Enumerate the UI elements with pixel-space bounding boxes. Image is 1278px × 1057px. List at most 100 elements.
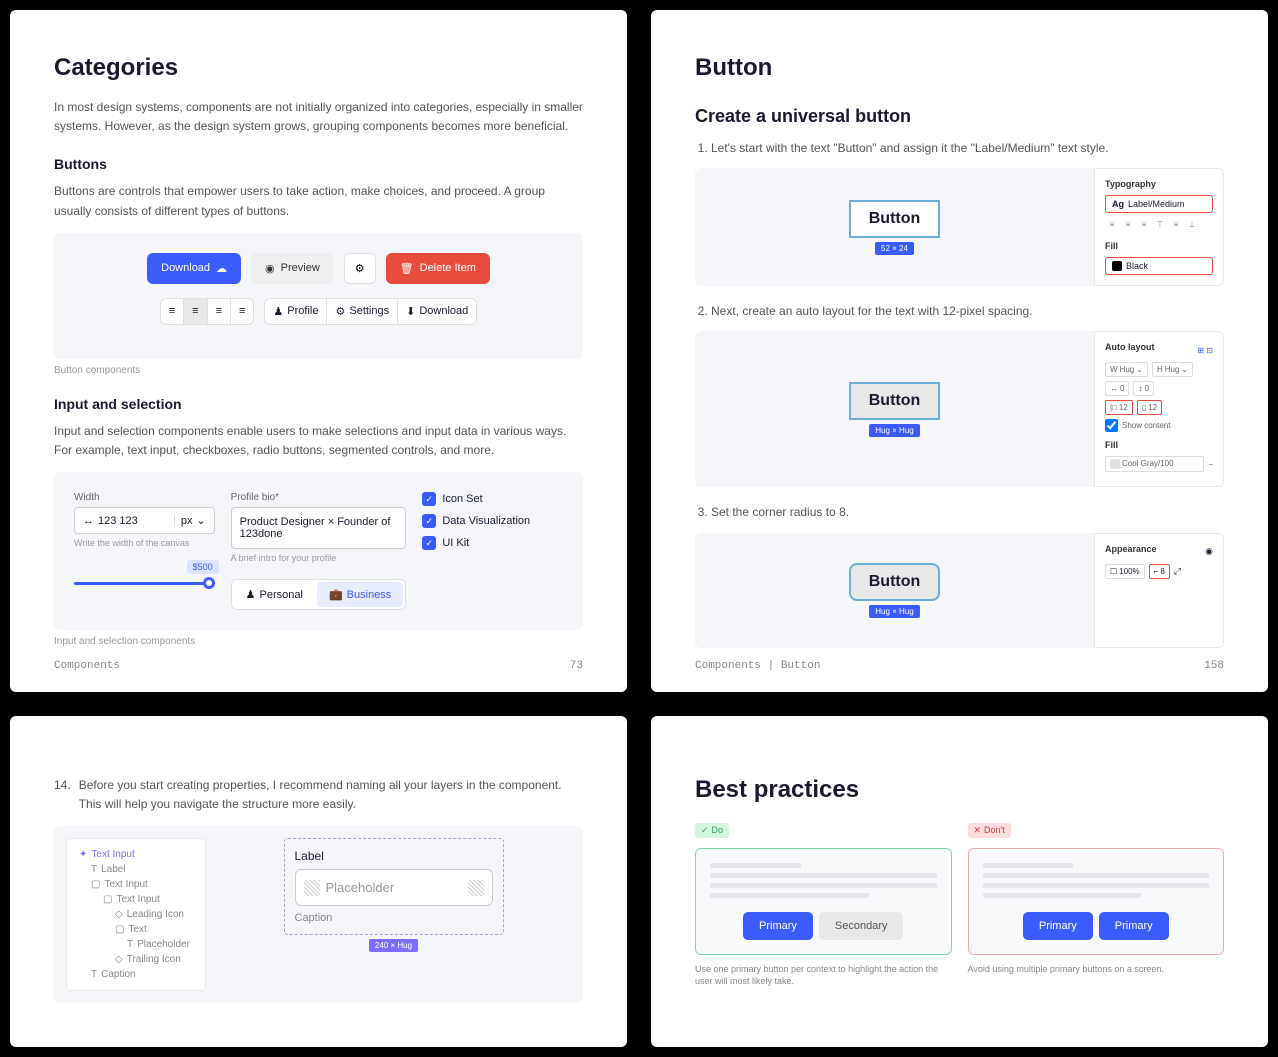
tree-item[interactable]: T Label	[75, 862, 197, 877]
page-title: Best practices	[695, 776, 1224, 804]
dont-card: Primary Primary	[968, 848, 1225, 955]
footer-page-number: 73	[570, 660, 583, 672]
step3-demo: Button Hug × Hug Appearance◉ ☐ 100%⌐ 8⤢	[695, 533, 1224, 648]
eye-icon: ◉	[265, 262, 275, 275]
checkbox-ui-kit[interactable]: ✓UI Kit	[422, 536, 563, 550]
input-heading: Input and selection	[54, 396, 583, 412]
nav-segment-group: ♟Profile ⚙Settings ⬇Download	[264, 298, 477, 325]
page-title: Button	[695, 54, 1224, 82]
do-caption: Use one primary button per context to hi…	[695, 963, 952, 988]
width-input[interactable]: ↔ 123 123 px ⌄	[74, 507, 215, 534]
padding-h[interactable]: |□ 12	[1105, 400, 1133, 415]
text-style-field[interactable]: Ag Label/Medium	[1105, 195, 1213, 213]
align-left-button[interactable]: ≡	[161, 299, 184, 324]
button-preview: Button	[849, 382, 941, 420]
align-left-icon: ≡	[169, 305, 175, 317]
align-left-icon[interactable]: ≡	[1105, 217, 1119, 231]
page-categories: Categories In most design systems, compo…	[10, 10, 627, 692]
tree-item[interactable]: ▢ Text Input	[75, 877, 197, 892]
typography-panel: Typography Ag Label/Medium ≡ ≡ ≡ ⊤ ≡ ⊥ F…	[1094, 168, 1224, 286]
gap-h[interactable]: ↔ 0	[1105, 381, 1129, 396]
tree-item[interactable]: ◇ Leading Icon	[75, 907, 197, 922]
layout-icons[interactable]: ⊞ ⊡	[1197, 346, 1213, 355]
align-justify-button[interactable]: ≡	[231, 299, 253, 324]
secondary-button[interactable]: Secondary	[819, 912, 904, 940]
visibility-icon[interactable]: ◉	[1205, 546, 1213, 557]
tree-item[interactable]: ◇ Trailing Icon	[75, 952, 197, 967]
input-desc: Input and selection components enable us…	[54, 422, 583, 460]
gear-icon: ⚙	[355, 262, 365, 275]
appearance-panel: Appearance◉ ☐ 100%⌐ 8⤢	[1094, 533, 1224, 648]
download-button[interactable]: Download ☁	[147, 253, 241, 284]
personal-tab[interactable]: ♟Personal	[234, 582, 315, 607]
width-hug[interactable]: W Hug ⌄	[1105, 362, 1148, 377]
price-slider[interactable]: $500	[74, 568, 215, 592]
tree-item[interactable]: ▢ Text Input	[75, 892, 197, 907]
account-type-tabs: ♟Personal 💼Business	[231, 579, 407, 610]
checkbox-icon-set[interactable]: ✓Icon Set	[422, 492, 563, 506]
business-tab[interactable]: 💼Business	[317, 582, 403, 607]
delete-button[interactable]: 🗑 Delete Item	[386, 253, 490, 284]
intro-text: In most design systems, components are n…	[54, 98, 583, 136]
dont-column: ✕ Don't Primary Primary Avoid using mult…	[968, 820, 1225, 988]
height-hug[interactable]: H Hug ⌄	[1152, 362, 1193, 377]
download-icon: ⬇	[406, 305, 415, 318]
step-number: 14.	[54, 776, 71, 814]
tree-item[interactable]: ▢ Text	[75, 922, 197, 937]
align-top-icon[interactable]: ⊤	[1153, 217, 1167, 231]
download-cloud-icon: ☁	[216, 262, 227, 275]
preview-field: Placeholder	[295, 869, 493, 906]
trash-icon: 🗑	[400, 262, 414, 275]
primary-button[interactable]: Primary	[1023, 912, 1093, 940]
settings-tab[interactable]: ⚙Settings	[327, 299, 398, 324]
user-icon: ♟	[273, 305, 283, 318]
gap-v[interactable]: ↕ 0	[1133, 381, 1153, 396]
bio-textarea[interactable]: Product Designer × Founder of 123done	[231, 507, 407, 549]
layer-tree: ✦ Text Input T Label ▢ Text Input ▢ Text…	[66, 838, 206, 991]
profile-tab[interactable]: ♟Profile	[265, 299, 327, 324]
button-preview: Button	[849, 563, 941, 601]
tree-item[interactable]: T Caption	[75, 967, 197, 982]
tree-item[interactable]: ✦ Text Input	[75, 847, 197, 862]
align-center-button[interactable]: ≡	[184, 299, 207, 324]
bio-label: Profile bio*	[231, 492, 407, 503]
remove-icon[interactable]: −	[1208, 460, 1213, 469]
step2-demo: Button Hug × Hug Auto layout⊞ ⊡ W Hug ⌄H…	[695, 331, 1224, 487]
download-tab[interactable]: ⬇Download	[398, 299, 476, 324]
size-badge: Hug × Hug	[869, 424, 919, 437]
tree-item[interactable]: T Placeholder	[75, 937, 197, 952]
padding-v[interactable]: ▯ 12	[1137, 400, 1162, 415]
align-bottom-icon[interactable]: ⊥	[1185, 217, 1199, 231]
opacity-field[interactable]: ☐ 100%	[1105, 564, 1145, 579]
align-center-icon: ≡	[192, 305, 198, 317]
size-badge: 240 × Hug	[369, 939, 418, 952]
primary-button-duplicate[interactable]: Primary	[1099, 912, 1169, 940]
show-content-checkbox[interactable]	[1105, 419, 1118, 432]
size-badge: Hug × Hug	[869, 605, 919, 618]
input-example: Width ↔ 123 123 px ⌄ Write the width of …	[54, 472, 583, 630]
step1-demo: Button 52 × 24 Typography Ag Label/Mediu…	[695, 168, 1224, 286]
settings-icon-button[interactable]: ⚙	[344, 253, 376, 284]
fill-field[interactable]: Black	[1105, 257, 1213, 275]
footer-page-number: 158	[1204, 660, 1224, 672]
align-center-icon[interactable]: ≡	[1121, 217, 1135, 231]
input-component-preview: Label Placeholder Caption	[284, 838, 504, 935]
step-3: Set the corner radius to 8.	[711, 503, 1224, 522]
auto-layout-panel: Auto layout⊞ ⊡ W Hug ⌄H Hug ⌄ ↔ 0↕ 0 |□ …	[1094, 331, 1224, 487]
expand-icon[interactable]: ⤢	[1174, 566, 1181, 577]
fill-field[interactable]: Cool Gray/100	[1105, 456, 1204, 472]
primary-button[interactable]: Primary	[743, 912, 813, 940]
page-layers: 14. Before you start creating properties…	[10, 716, 627, 1047]
checkbox-data-viz[interactable]: ✓Data Visualization	[422, 514, 563, 528]
bio-help: A brief intro for your profile	[231, 553, 407, 563]
do-column: ✓ Do Primary Secondary Use one primary b…	[695, 820, 952, 988]
align-middle-icon[interactable]: ≡	[1169, 217, 1183, 231]
align-right-button[interactable]: ≡	[208, 299, 231, 324]
preview-button[interactable]: ◉ Preview	[251, 253, 334, 284]
align-segment-group: ≡ ≡ ≡ ≡	[160, 298, 255, 325]
chevron-down-icon: ⌄	[196, 514, 205, 527]
align-right-icon[interactable]: ≡	[1137, 217, 1151, 231]
check-icon: ✓	[422, 492, 436, 506]
align-justify-icon: ≡	[239, 305, 245, 317]
radius-field[interactable]: ⌐ 8	[1149, 564, 1170, 579]
